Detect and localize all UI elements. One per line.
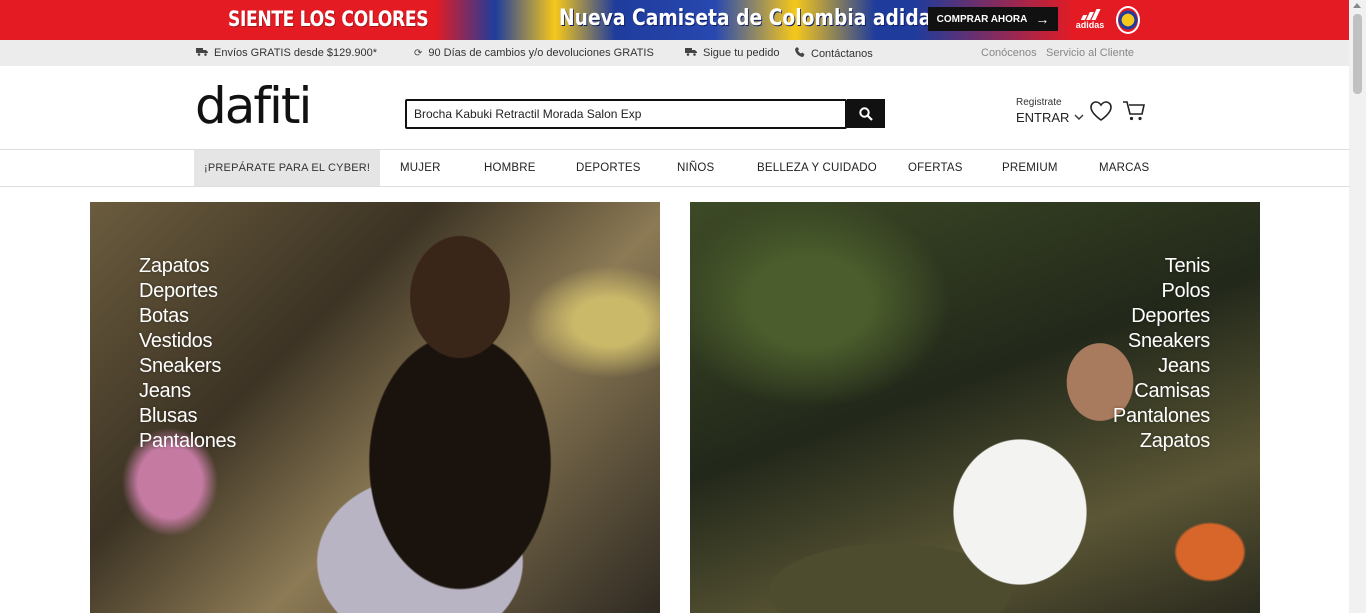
- dafiti-logo[interactable]: dafiti: [195, 80, 312, 132]
- register-link[interactable]: Registrate: [1016, 97, 1084, 108]
- account-menu[interactable]: Registrate ENTRAR: [1016, 97, 1084, 125]
- women-category-link[interactable]: Vestidos: [139, 329, 236, 354]
- about-link[interactable]: Conócenos: [981, 47, 1037, 59]
- nav-item-premium[interactable]: PREMIUM: [1002, 150, 1058, 186]
- women-category-link[interactable]: Botas: [139, 304, 236, 329]
- phone-icon: [795, 47, 805, 60]
- search-button[interactable]: [847, 99, 885, 128]
- truck-icon: [685, 47, 697, 59]
- page-scrollbar[interactable]: [1349, 0, 1366, 613]
- arrow-right-icon: →: [1035, 11, 1050, 27]
- nav-item-ninos[interactable]: NIÑOS: [677, 150, 714, 186]
- men-category-link[interactable]: Polos: [1113, 279, 1210, 304]
- promo-center-text: Nueva Camiseta de Colombia adidas: [559, 6, 943, 31]
- wishlist-heart-icon[interactable]: [1089, 100, 1113, 127]
- promo-left-text: SIENTE LOS COLORES: [228, 7, 429, 31]
- search-icon: [859, 106, 873, 121]
- scroll-up-icon[interactable]: [1353, 3, 1361, 8]
- women-category-link[interactable]: Sneakers: [139, 354, 236, 379]
- nav-item-marcas[interactable]: MARCAS: [1099, 150, 1149, 186]
- men-category-link[interactable]: Jeans: [1113, 354, 1210, 379]
- scrollbar-thumb[interactable]: [1353, 14, 1362, 94]
- chevron-down-icon: [1074, 114, 1084, 120]
- women-category-link[interactable]: Pantalones: [139, 429, 236, 454]
- nav-item-belleza[interactable]: BELLEZA Y CUIDADO: [757, 150, 877, 186]
- login-label[interactable]: ENTRAR: [1016, 110, 1069, 125]
- women-category-link[interactable]: Blusas: [139, 404, 236, 429]
- women-category-link[interactable]: Deportes: [139, 279, 236, 304]
- info-bar: Envíos GRATIS desde $129.900* ⟳ 90 Días …: [0, 40, 1349, 66]
- track-order-link[interactable]: Sigue tu pedido: [685, 47, 779, 59]
- returns-text: 90 Días de cambios y/o devoluciones GRAT…: [428, 47, 654, 59]
- returns-link[interactable]: ⟳ 90 Días de cambios y/o devoluciones GR…: [414, 47, 654, 59]
- search-input[interactable]: [405, 99, 847, 129]
- customer-service-link[interactable]: Servicio al Cliente: [1046, 47, 1134, 59]
- contact-text: Contáctanos: [811, 47, 873, 60]
- buy-now-button[interactable]: COMPRAR AHORA →: [928, 7, 1058, 31]
- buy-now-label: COMPRAR AHORA: [936, 13, 1028, 25]
- contact-link[interactable]: Contáctanos: [795, 47, 873, 60]
- hero-men-banner[interactable]: Tenis Polos Deportes Sneakers Jeans Cami…: [690, 202, 1260, 613]
- nav-item-cyber[interactable]: ¡PREPÁRATE PARA EL CYBER!: [194, 150, 381, 186]
- cart-icon[interactable]: [1122, 100, 1146, 127]
- men-category-link[interactable]: Deportes: [1113, 304, 1210, 329]
- women-category-link[interactable]: Jeans: [139, 379, 236, 404]
- promo-banner[interactable]: SIENTE LOS COLORES Nueva Camiseta de Col…: [0, 0, 1349, 40]
- free-shipping-text: Envíos GRATIS desde $129.900*: [214, 47, 378, 59]
- nav-item-mujer[interactable]: MUJER: [400, 150, 441, 186]
- colombia-crest-icon: [1116, 6, 1140, 34]
- nav-item-deportes[interactable]: DEPORTES: [576, 150, 641, 186]
- refresh-icon: ⟳: [414, 47, 423, 59]
- nav-item-hombre[interactable]: HOMBRE: [484, 150, 536, 186]
- men-category-link[interactable]: Sneakers: [1113, 329, 1210, 354]
- truck-icon: [196, 47, 208, 59]
- women-category-link[interactable]: Zapatos: [139, 254, 236, 279]
- men-category-link[interactable]: Camisas: [1113, 379, 1210, 404]
- free-shipping-link[interactable]: Envíos GRATIS desde $129.900*: [196, 47, 377, 59]
- women-category-list: Zapatos Deportes Botas Vestidos Sneakers…: [139, 254, 236, 454]
- men-category-link[interactable]: Tenis: [1113, 254, 1211, 279]
- adidas-logo: adidas: [1075, 8, 1105, 32]
- track-order-text: Sigue tu pedido: [703, 47, 780, 59]
- adidas-logo-label: adidas: [1075, 20, 1105, 30]
- nav-item-ofertas[interactable]: OFERTAS: [908, 150, 963, 186]
- hero-women-banner[interactable]: Zapatos Deportes Botas Vestidos Sneakers…: [90, 202, 660, 613]
- site-header: dafiti Registrate ENTRAR: [0, 66, 1349, 150]
- men-category-link[interactable]: Pantalones: [1113, 404, 1210, 429]
- men-category-list: Tenis Polos Deportes Sneakers Jeans Cami…: [1113, 254, 1210, 454]
- main-nav: ¡PREPÁRATE PARA EL CYBER! MUJER HOMBRE D…: [0, 150, 1349, 187]
- promo-banner-image[interactable]: SIENTE LOS COLORES Nueva Camiseta de Col…: [195, 0, 1155, 40]
- men-category-link[interactable]: Zapatos: [1113, 429, 1210, 454]
